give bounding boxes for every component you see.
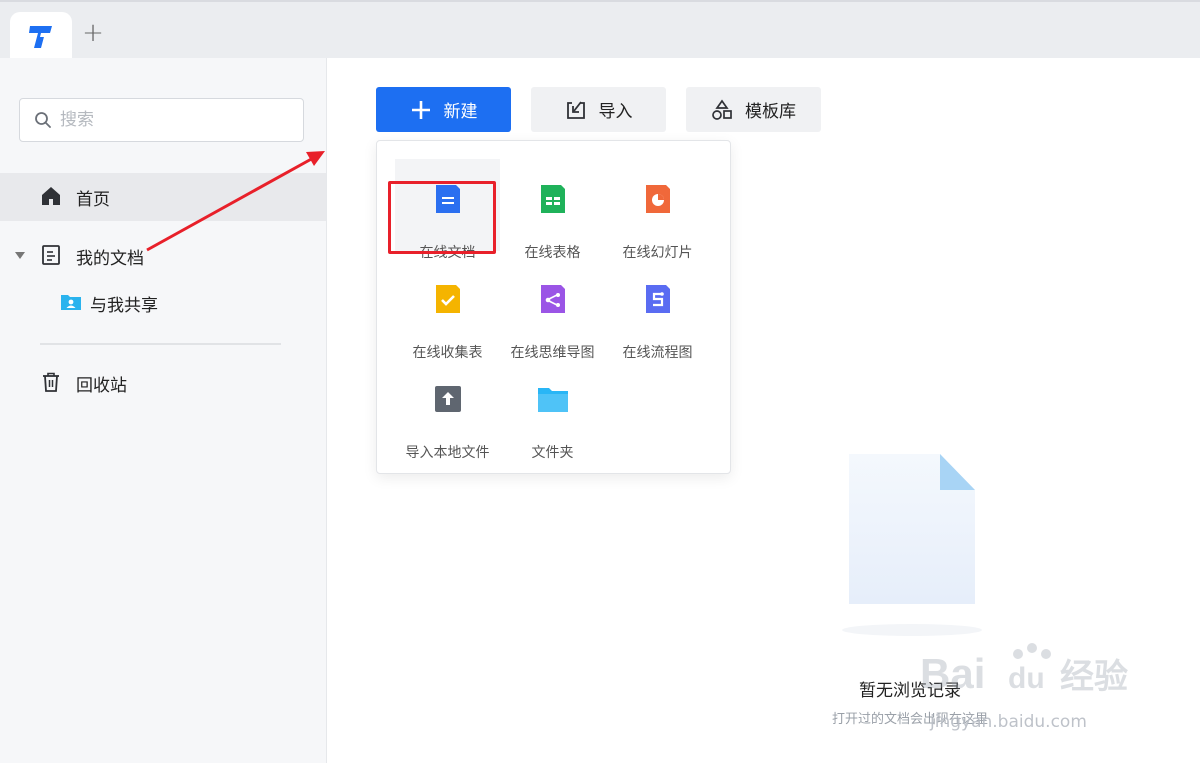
shared-folder-icon	[61, 295, 81, 310]
menu-item-online-slides[interactable]: 在线幻灯片	[605, 159, 710, 261]
search-box[interactable]	[19, 98, 304, 142]
menu-item-label: 在线流程图	[622, 345, 693, 361]
template-library-button-label: 模板库	[745, 102, 796, 122]
svg-text:du: du	[1008, 662, 1045, 695]
tab-bar: +	[0, 0, 1200, 60]
search-input[interactable]	[60, 110, 280, 130]
empty-document-illustration	[842, 454, 982, 636]
watermark-text: jingyan.baidu.com	[930, 712, 1087, 732]
folder-icon	[538, 388, 568, 412]
sidebar: 首页 我的文档 与我共享 回收站	[0, 58, 327, 763]
menu-item-label: 文件夹	[531, 445, 574, 461]
import-button-label: 导入	[598, 102, 633, 122]
online-sheet-icon	[541, 185, 565, 213]
menu-item-label: 导入本地文件	[405, 445, 490, 461]
tab-home[interactable]	[10, 12, 72, 60]
import-icon	[566, 100, 585, 119]
sidebar-item-my-documents[interactable]: 我的文档	[0, 232, 326, 280]
online-flowchart-icon	[646, 285, 670, 313]
app-logo-icon	[29, 26, 52, 48]
sidebar-item-home[interactable]: 首页	[0, 173, 326, 221]
template-library-button[interactable]: 模板库	[686, 87, 821, 132]
menu-item-online-mindmap[interactable]: 在线思维导图	[500, 259, 605, 361]
menu-item-import-local-file[interactable]: 导入本地文件	[395, 359, 500, 461]
sidebar-item-label: 我的文档	[76, 249, 144, 269]
sidebar-divider	[40, 343, 281, 345]
sidebar-item-label: 回收站	[76, 376, 127, 396]
upload-icon	[435, 386, 461, 412]
online-slides-icon	[646, 185, 670, 213]
sidebar-item-shared-with-me[interactable]: 与我共享	[0, 279, 326, 327]
svg-text:经验: 经验	[1060, 657, 1128, 697]
shapes-icon	[712, 99, 732, 120]
home-icon	[42, 187, 60, 205]
svg-text:Bai: Bai	[920, 650, 985, 697]
online-mindmap-icon	[541, 285, 565, 313]
collapse-caret-icon[interactable]	[15, 252, 25, 259]
sidebar-item-label: 与我共享	[90, 296, 158, 316]
new-button[interactable]: 新建	[376, 87, 511, 132]
new-button-label: 新建	[443, 102, 478, 122]
search-icon	[35, 112, 51, 128]
menu-item-folder[interactable]: 文件夹	[500, 359, 605, 461]
annotation-highlight-box	[388, 181, 496, 254]
add-tab-button[interactable]: +	[80, 20, 106, 46]
menu-item-online-form[interactable]: 在线收集表	[395, 259, 500, 361]
menu-item-online-flowchart[interactable]: 在线流程图	[605, 259, 710, 361]
online-form-icon	[436, 285, 460, 313]
document-icon	[42, 245, 60, 265]
trash-icon	[43, 372, 59, 392]
menu-item-online-sheet[interactable]: 在线表格	[500, 159, 605, 261]
plus-icon	[411, 100, 430, 119]
sidebar-item-label: 首页	[76, 190, 110, 210]
sidebar-item-trash[interactable]: 回收站	[0, 359, 326, 407]
import-button[interactable]: 导入	[531, 87, 666, 132]
